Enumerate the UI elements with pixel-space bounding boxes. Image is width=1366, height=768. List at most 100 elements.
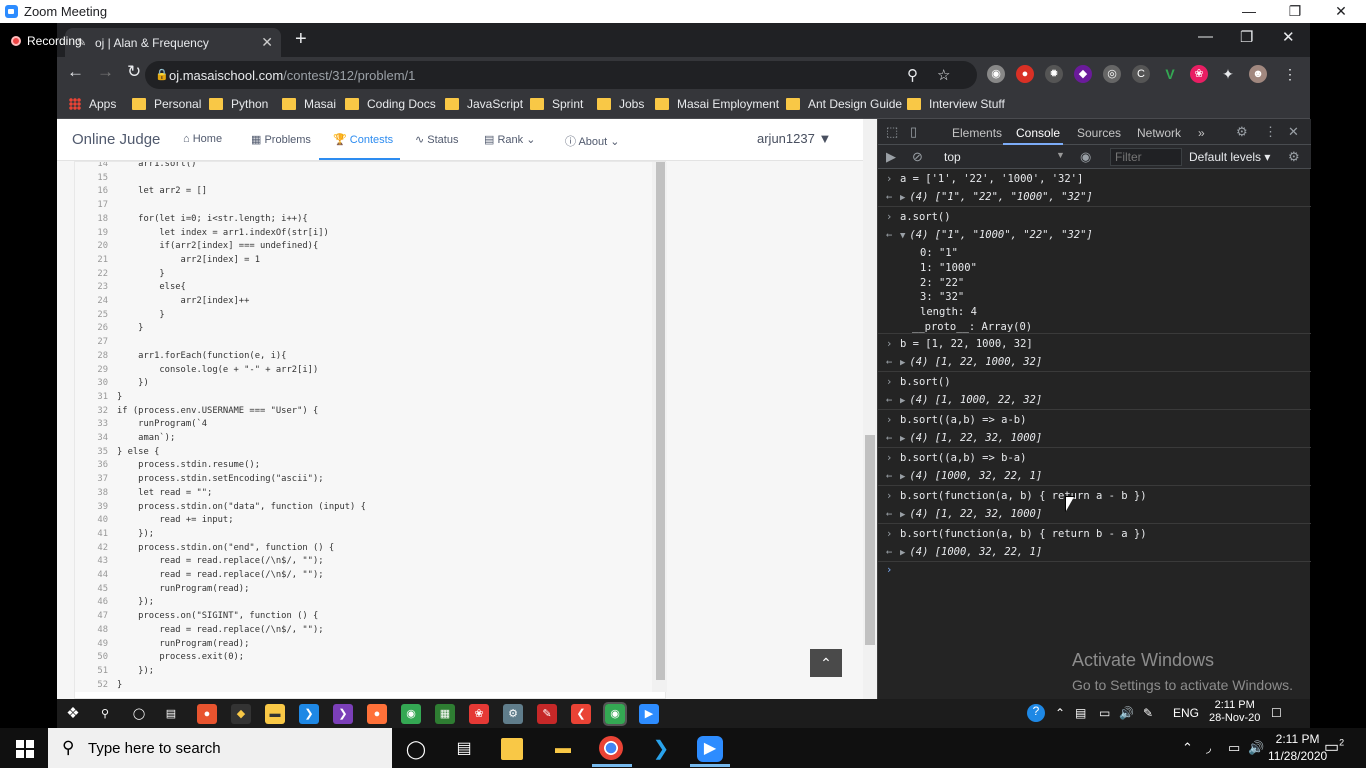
page-scrollbar[interactable] [863, 119, 877, 699]
expand-triangle-icon[interactable]: ▶ [900, 396, 905, 406]
tray-volume-icon[interactable]: 🔊 [1119, 706, 1134, 720]
tray-network-icon[interactable]: ▤ [1075, 706, 1086, 720]
profile-avatar[interactable]: ☻ [1249, 65, 1267, 83]
app-icon-tool[interactable]: ⚙ [503, 704, 523, 724]
extension-shield-icon[interactable]: ● [1016, 65, 1034, 83]
live-expression-eye-icon[interactable]: ◉ [1080, 149, 1091, 165]
inspect-icon[interactable]: ⬚ [886, 124, 898, 140]
shared-clock[interactable]: 2:11 PM 28-Nov-20 [1209, 699, 1260, 725]
bookmark-interview-stuff[interactable]: Interview Stuff [907, 97, 1005, 111]
maximize-button[interactable]: ❐ [1272, 0, 1318, 23]
address-bar[interactable]: 🔒 oj.masaischool.com/contest/312/problem… [145, 61, 977, 89]
tab-elements[interactable]: Elements [952, 126, 1002, 140]
user-menu[interactable]: arjun1237 ▼ [757, 131, 831, 146]
cortana-icon[interactable]: ◯ [129, 704, 149, 724]
extension-gear-icon[interactable]: ✹ [1045, 65, 1063, 83]
windows-start-icon[interactable] [16, 740, 34, 758]
browser-close-icon[interactable]: ✕ [1282, 28, 1295, 46]
extension-target-icon[interactable]: ◎ [1103, 65, 1121, 83]
extension-v-icon[interactable]: V [1161, 65, 1179, 83]
firefox-icon[interactable]: ● [367, 704, 387, 724]
app-icon-green[interactable]: ▦ [435, 704, 455, 724]
task-view-icon[interactable]: ▤ [161, 704, 181, 724]
browser-tab[interactable]: ✎ oj | Alan & Frequency ✕ [65, 28, 281, 57]
console-output[interactable]: › a = ['1', '22', '1000', '32'] ← ▶ (4) ["1"… [878, 169, 1311, 699]
action-center-icon[interactable]: ☐ [1271, 706, 1282, 720]
console-entry[interactable]: › b.sort((a,b) => a-b) ← ▶ (4) [1, 22, 32, 1… [878, 410, 1311, 448]
tray-chevron-icon[interactable]: ⌃ [1055, 706, 1065, 720]
visual-studio-icon[interactable]: ❯ [333, 704, 353, 724]
device-toggle-icon[interactable]: ▯ [910, 124, 917, 140]
page-scroll-thumb[interactable] [865, 435, 875, 645]
task-view-icon[interactable]: ▤ [451, 736, 477, 762]
expand-triangle-icon[interactable]: ▶ [900, 472, 905, 482]
tab-sources[interactable]: Sources [1077, 126, 1121, 140]
taskbar-clock[interactable]: 2:11 PM 11/28/2020 [1268, 731, 1327, 765]
chrome-icon[interactable]: ◉ [401, 704, 421, 724]
bookmark-coding-docs[interactable]: Coding Docs [345, 97, 436, 111]
extension-globe-icon[interactable]: ◉ [987, 65, 1005, 83]
search-icon[interactable]: ⚲ [95, 704, 115, 724]
context-dropdown-icon[interactable]: ▼ [1056, 150, 1065, 160]
bookmark-personal[interactable]: Personal [132, 97, 201, 111]
devtools-close-icon[interactable]: ✕ [1288, 124, 1299, 140]
nav-home[interactable]: ⌂ Home [183, 133, 222, 145]
browser-minimize-icon[interactable]: — [1198, 28, 1213, 45]
tab-network[interactable]: Network [1137, 126, 1181, 140]
notifications-icon[interactable]: ▭2 [1324, 737, 1344, 757]
oj-brand[interactable]: Online Judge [72, 131, 160, 148]
devtools-menu-icon[interactable]: ⋮ [1264, 124, 1277, 140]
taskbar-search-box[interactable]: ⚲ Type here to search [48, 728, 392, 768]
nav-contests[interactable]: 🏆 Contests [333, 133, 393, 146]
extensions-puzzle-icon[interactable]: ✦ [1219, 65, 1237, 83]
tray-volume-icon[interactable]: 🔊 [1248, 740, 1264, 756]
clear-console-icon[interactable]: ⊘ [912, 149, 923, 165]
sidebar-toggle-icon[interactable]: ▶ [886, 149, 896, 165]
tray-battery-icon[interactable]: ▭ [1099, 706, 1110, 720]
expand-triangle-icon[interactable]: ▶ [900, 434, 905, 444]
console-entry[interactable]: › b.sort((a,b) => b-a) ← ▶ (4) [1000, 32, 22… [878, 448, 1311, 486]
browser-restore-icon[interactable]: ❐ [1240, 28, 1253, 46]
chrome-active-icon[interactable]: ◉ [603, 702, 627, 726]
code-editor[interactable]: 52} 51 }); 50 process.exit(0); 49 runProgra… [75, 162, 667, 692]
console-entry[interactable]: › a.sort() ← ▼ (4) ["1", "1000", "22", "32"]… [878, 207, 1311, 334]
settings-gear-icon[interactable]: ⚙ [1236, 124, 1248, 140]
minimize-button[interactable]: — [1226, 0, 1272, 23]
editor-scrollbar[interactable] [652, 162, 667, 692]
bookmark-sprint[interactable]: Sprint [530, 97, 583, 111]
tab-close-icon[interactable]: ✕ [261, 34, 273, 51]
tray-wifi-icon[interactable]: ◞ [1206, 740, 1211, 756]
app-icon-arrow[interactable]: ❮ [571, 704, 591, 724]
zoom-taskbar-icon[interactable]: ▶ [697, 736, 723, 762]
tray-battery-icon[interactable]: ▭ [1228, 740, 1240, 756]
editor-scroll-thumb[interactable] [656, 162, 665, 680]
expand-triangle-icon[interactable]: ▶ [900, 358, 905, 368]
extension-ci-icon[interactable]: C [1132, 65, 1150, 83]
app-icon-git[interactable]: ◆ [231, 704, 251, 724]
nav-rank[interactable]: ▤ Rank ⌄ [484, 133, 535, 146]
close-button[interactable]: ✕ [1318, 0, 1364, 23]
bookmark-python[interactable]: Python [209, 97, 268, 111]
app-icon-color[interactable]: ❀ [469, 704, 489, 724]
tray-language[interactable]: ENG [1173, 706, 1199, 720]
extension-badge-icon[interactable]: ◆ [1074, 65, 1092, 83]
tray-chevron-icon[interactable]: ⌃ [1182, 740, 1193, 756]
zoom-icon-magnifier[interactable]: ⚲ [907, 66, 918, 84]
help-icon[interactable]: ? [1027, 704, 1045, 722]
bookmark-star-icon[interactable]: ☆ [937, 66, 950, 84]
console-entry[interactable]: › b = [1, 22, 1000, 32] ← ▶ (4) [1, 22, 1000… [878, 334, 1311, 372]
console-entry[interactable]: › b.sort() ← ▶ (4) [1, 1000, 22, 32] [878, 372, 1311, 410]
console-entry[interactable]: › b.sort(function(a, b) { return a - b })… [878, 486, 1311, 524]
back-icon[interactable]: ← [67, 62, 84, 82]
vscode-icon[interactable]: ❯ [299, 704, 319, 724]
tray-pen-icon[interactable]: ✎ [1143, 706, 1153, 720]
bookmark-jobs[interactable]: Jobs [597, 97, 644, 111]
bookmark-javascript[interactable]: JavaScript [445, 97, 523, 111]
windows-start-icon[interactable]: ❖ [63, 704, 83, 724]
console-entry[interactable]: › a = ['1', '22', '1000', '32'] ← ▶ (4) ["1"… [878, 169, 1311, 207]
browser-menu-icon[interactable]: ⋮ [1281, 65, 1299, 83]
vscode-icon[interactable]: ❯ [648, 736, 674, 762]
cortana-icon[interactable]: ◯ [403, 736, 429, 762]
console-prompt[interactable]: › [886, 564, 892, 576]
expand-triangle-icon[interactable]: ▶ [900, 510, 905, 520]
